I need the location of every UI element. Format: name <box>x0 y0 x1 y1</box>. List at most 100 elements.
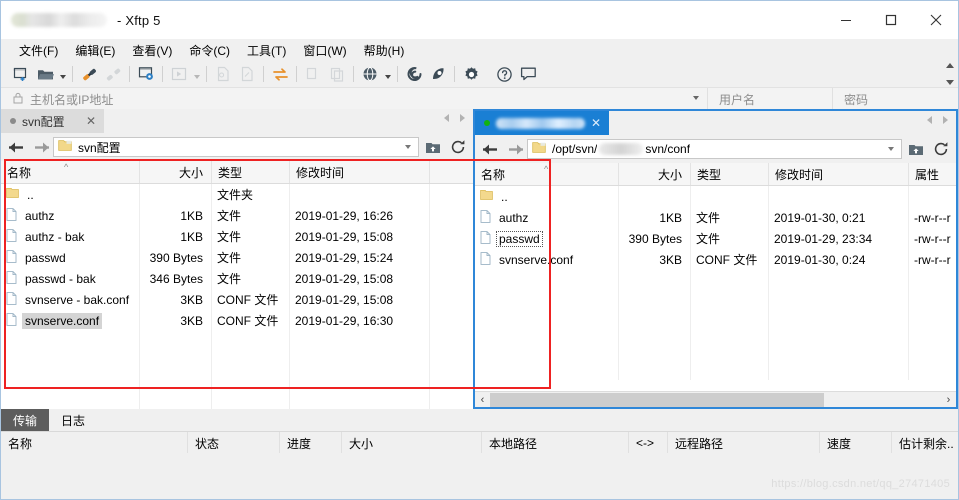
menu-view[interactable]: 查看(V) <box>124 40 181 61</box>
remote-file-list[interactable]: .. authz 1KB 文件 2019-01-30, 0:21 -rw-r--… <box>475 186 956 380</box>
xftp-icon[interactable] <box>426 62 450 86</box>
transfer-dropdown-icon[interactable] <box>191 62 202 86</box>
local-path-input[interactable]: svn配置 <box>53 137 419 157</box>
transfer-col-eta[interactable]: 估计剩余.. <box>891 432 958 454</box>
menu-window[interactable]: 窗口(W) <box>295 40 355 61</box>
connect-icon[interactable] <box>77 62 101 86</box>
scroll-right-icon[interactable]: › <box>941 392 956 407</box>
local-forward-icon[interactable] <box>29 136 53 158</box>
tab-next-icon[interactable] <box>460 114 465 122</box>
scroll-track[interactable] <box>490 392 941 407</box>
local-refresh-icon[interactable] <box>447 136 469 158</box>
remote-up-directory-icon[interactable] <box>905 138 927 160</box>
local-file-list[interactable]: .. 文件夹 authz 1KB 文件 2019-01-29, 16:26 au… <box>1 184 473 412</box>
remote-forward-icon[interactable] <box>503 138 527 160</box>
copy-icon[interactable] <box>301 62 325 86</box>
scroll-left-icon[interactable]: ‹ <box>475 392 490 407</box>
menu-edit[interactable]: 编辑(E) <box>67 40 124 61</box>
transfer-col-local[interactable]: 本地路径 <box>481 432 628 454</box>
options-icon[interactable] <box>459 62 483 86</box>
local-col-size[interactable]: 大小 <box>139 161 211 183</box>
open-folder-dropdown-icon[interactable] <box>57 62 68 86</box>
transfer-col-size[interactable]: 大小 <box>341 432 481 454</box>
remote-back-icon[interactable] <box>479 138 503 160</box>
remote-refresh-icon[interactable] <box>930 138 952 160</box>
menu-file[interactable]: 文件(F) <box>11 40 67 61</box>
main-toolbar <box>1 61 958 87</box>
browser-dropdown-icon[interactable] <box>382 62 393 86</box>
redacted-remote-tab-label <box>496 117 585 129</box>
scroll-thumb[interactable] <box>490 392 824 407</box>
remote-path-dropdown-icon[interactable] <box>888 147 894 151</box>
new-session-icon[interactable] <box>9 62 33 86</box>
toolbar-overflow-scroll[interactable] <box>944 61 956 87</box>
table-row[interactable]: authz 1KB 文件 2019-01-29, 16:26 <box>1 205 473 226</box>
local-col-type[interactable]: 类型 <box>211 161 289 183</box>
table-row-focused[interactable]: passwd 390 Bytes 文件 2019-01-29, 23:34 -r… <box>475 228 956 249</box>
session-settings-icon[interactable] <box>134 62 158 86</box>
menu-command[interactable]: 命令(C) <box>181 40 239 61</box>
maximize-button[interactable] <box>868 1 913 39</box>
feedback-icon[interactable] <box>516 62 540 86</box>
tab-prev-icon[interactable] <box>444 114 449 122</box>
remote-tab-close-icon[interactable]: ✕ <box>589 117 603 129</box>
browser-icon[interactable] <box>358 62 382 86</box>
transfer-list-body[interactable]: https://blog.csdn.net/qq_27471405 <box>1 453 958 499</box>
menu-help[interactable]: 帮助(H) <box>356 40 414 61</box>
transfer-col-direction[interactable]: <-> <box>628 432 667 454</box>
table-row[interactable]: .. <box>475 186 956 207</box>
minimize-button[interactable] <box>823 1 868 39</box>
tab-next-icon[interactable] <box>943 116 948 124</box>
toolbar-divider <box>353 66 354 82</box>
help-icon[interactable] <box>492 62 516 86</box>
remote-col-name[interactable]: 名称 ^ <box>475 163 618 185</box>
menu-tools[interactable]: 工具(T) <box>239 40 295 61</box>
tab-prev-icon[interactable] <box>927 116 932 124</box>
remote-horizontal-scrollbar[interactable]: ‹ › <box>475 391 956 407</box>
transfer-col-progress[interactable]: 进度 <box>279 432 341 454</box>
table-row-selected[interactable]: svnserve.conf 3KB CONF 文件 2019-01-29, 16… <box>1 310 473 331</box>
table-row[interactable]: authz - bak 1KB 文件 2019-01-29, 15:08 <box>1 226 473 247</box>
table-row[interactable]: .. 文件夹 <box>1 184 473 205</box>
local-back-icon[interactable] <box>5 136 29 158</box>
transfer-col-remote[interactable]: 远程路径 <box>667 432 819 454</box>
remote-tab-nav[interactable] <box>927 116 948 124</box>
disconnect-icon[interactable] <box>101 62 125 86</box>
open-folder-icon[interactable] <box>33 62 57 86</box>
host-input[interactable]: 主机名或IP地址 <box>1 88 707 110</box>
remote-col-mtime[interactable]: 修改时间 <box>768 163 908 185</box>
transfer-col-status[interactable]: 状态 <box>187 432 279 454</box>
local-col-mtime[interactable]: 修改时间 <box>289 161 429 183</box>
transfer-col-speed[interactable]: 速度 <box>819 432 891 454</box>
local-tab[interactable]: svn配置 ✕ <box>1 109 104 133</box>
close-button[interactable] <box>913 1 958 39</box>
remote-path-input[interactable]: /opt/svn/ svn/conf <box>527 139 902 159</box>
tab-transfer[interactable]: 传输 <box>1 409 50 431</box>
remote-tab[interactable]: ✕ <box>475 111 609 135</box>
local-tab-nav[interactable] <box>444 114 465 122</box>
new-file-icon[interactable] <box>211 62 235 86</box>
table-row[interactable]: passwd 390 Bytes 文件 2019-01-29, 15:24 <box>1 247 473 268</box>
xshell-icon[interactable] <box>402 62 426 86</box>
remote-col-type[interactable]: 类型 <box>690 163 768 185</box>
table-row[interactable]: svnserve.conf 3KB CONF 文件 2019-01-30, 0:… <box>475 249 956 270</box>
transfer-col-name[interactable]: 名称 <box>1 432 187 454</box>
remote-col-attr[interactable]: 属性 <box>908 163 956 185</box>
username-input[interactable]: 用户名 <box>707 88 832 110</box>
sync-browse-icon[interactable] <box>268 62 292 86</box>
local-up-directory-icon[interactable] <box>422 136 444 158</box>
paste-icon[interactable] <box>325 62 349 86</box>
table-row[interactable]: authz 1KB 文件 2019-01-30, 0:21 -rw-r--r <box>475 207 956 228</box>
transfer-icon[interactable] <box>167 62 191 86</box>
local-tab-close-icon[interactable]: ✕ <box>84 115 98 127</box>
password-input[interactable]: 密码 <box>832 88 958 110</box>
host-dropdown-icon[interactable] <box>693 96 699 100</box>
table-row[interactable]: svnserve - bak.conf 3KB CONF 文件 2019-01-… <box>1 289 473 310</box>
local-col-name[interactable]: 名称 ^ <box>1 161 139 183</box>
remote-col-size[interactable]: 大小 <box>618 163 690 185</box>
local-path-dropdown-icon[interactable] <box>405 145 411 149</box>
edit-file-icon[interactable] <box>235 62 259 86</box>
file-mtime: 2019-01-29, 16:30 <box>295 313 394 328</box>
table-row[interactable]: passwd - bak 346 Bytes 文件 2019-01-29, 15… <box>1 268 473 289</box>
tab-log[interactable]: 日志 <box>49 409 97 431</box>
